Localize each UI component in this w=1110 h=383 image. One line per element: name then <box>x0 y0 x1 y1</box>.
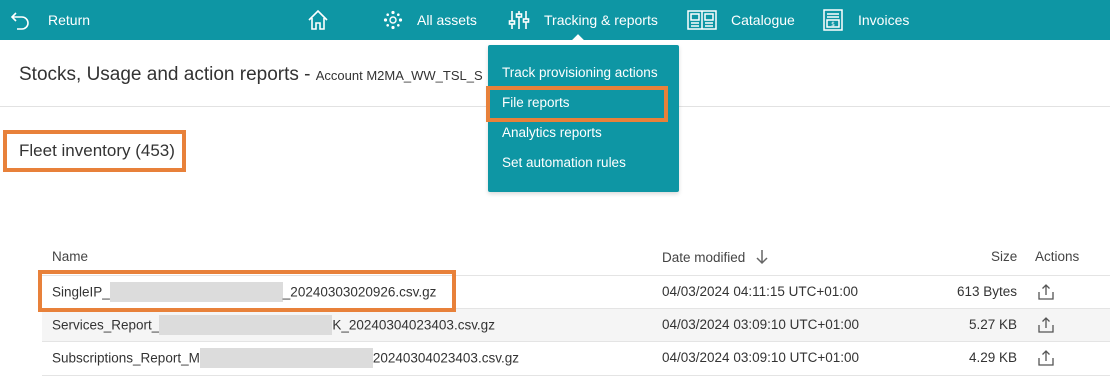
table-row[interactable]: Services_Report_ K_20240304023403.csv.gz … <box>42 308 1110 342</box>
date-modified: 04/03/2024 04:11:15 UTC+01:00 <box>662 284 859 299</box>
home-button[interactable] <box>307 0 329 40</box>
file-name-suffix: K_20240304023403.csv.gz <box>332 317 495 333</box>
redacted-block <box>199 348 373 368</box>
nav-all-assets[interactable]: All assets <box>383 0 477 40</box>
file-size: 4.29 KB <box>968 350 1017 365</box>
share-icon[interactable] <box>1037 316 1055 339</box>
file-name-suffix: 20240304023403.csv.gz <box>372 350 519 366</box>
table-row[interactable]: Subscriptions_Report_M 20240304023403.csv… <box>42 341 1110 376</box>
date-modified: 04/03/2024 03:09:10 UTC+01:00 <box>662 350 860 365</box>
file-name-prefix: Services_Report_ <box>52 317 160 333</box>
home-icon <box>307 9 329 31</box>
svg-text:$: $ <box>831 21 835 28</box>
return-arrow-icon <box>10 10 30 30</box>
column-header-date[interactable]: Date modified <box>662 249 769 268</box>
highlight-fleet-inventory <box>3 130 186 172</box>
column-header-actions: Actions <box>1035 249 1080 264</box>
account-name: Account M2MA_WW_TSL_S <box>315 68 483 83</box>
share-icon[interactable] <box>1037 283 1055 306</box>
nav-catalogue[interactable]: Catalogue <box>687 0 795 40</box>
nav-invoices[interactable]: $ Invoices <box>822 0 909 40</box>
return-button[interactable]: Return <box>10 0 90 40</box>
file-size: 5.27 KB <box>968 317 1017 332</box>
top-navigation-bar: Return All assets Tracking & reports Cat… <box>0 0 1110 40</box>
arrow-down-icon <box>755 249 769 268</box>
nav-tracking-reports-label: Tracking & reports <box>544 12 658 28</box>
invoice-icon: $ <box>822 9 844 31</box>
file-name[interactable]: Subscriptions_Report_M 20240304023403.csv… <box>52 348 519 368</box>
sliders-icon <box>508 9 530 31</box>
menu-item-automation-rules[interactable]: Set automation rules <box>502 155 626 170</box>
column-header-date-label: Date modified <box>662 250 746 266</box>
file-size: 613 Bytes <box>956 284 1017 299</box>
nav-all-assets-label: All assets <box>417 12 477 28</box>
menu-item-track-provisioning[interactable]: Track provisioning actions <box>502 65 658 80</box>
column-header-size[interactable]: Size <box>991 249 1017 264</box>
file-name[interactable]: Services_Report_ K_20240304023403.csv.gz <box>52 315 495 335</box>
highlight-file-reports <box>486 86 668 122</box>
page-title: Stocks, Usage and action reports - Accou… <box>19 64 483 86</box>
highlight-first-file <box>38 270 456 312</box>
date-modified: 04/03/2024 03:09:10 UTC+01:00 <box>662 317 860 332</box>
assets-icon <box>383 10 403 30</box>
column-header-name[interactable]: Name <box>52 249 88 264</box>
share-icon[interactable] <box>1037 349 1055 372</box>
nav-tracking-reports[interactable]: Tracking & reports <box>508 0 658 40</box>
menu-item-analytics-reports[interactable]: Analytics reports <box>502 125 602 140</box>
nav-catalogue-label: Catalogue <box>731 12 795 28</box>
return-label: Return <box>48 12 91 28</box>
page-title-separator: - <box>304 64 311 85</box>
redacted-block <box>159 315 333 335</box>
nav-invoices-label: Invoices <box>858 12 910 28</box>
catalogue-icon <box>687 9 717 31</box>
page-title-text: Stocks, Usage and action reports <box>19 64 299 85</box>
file-name-prefix: Subscriptions_Report_M <box>52 350 200 366</box>
